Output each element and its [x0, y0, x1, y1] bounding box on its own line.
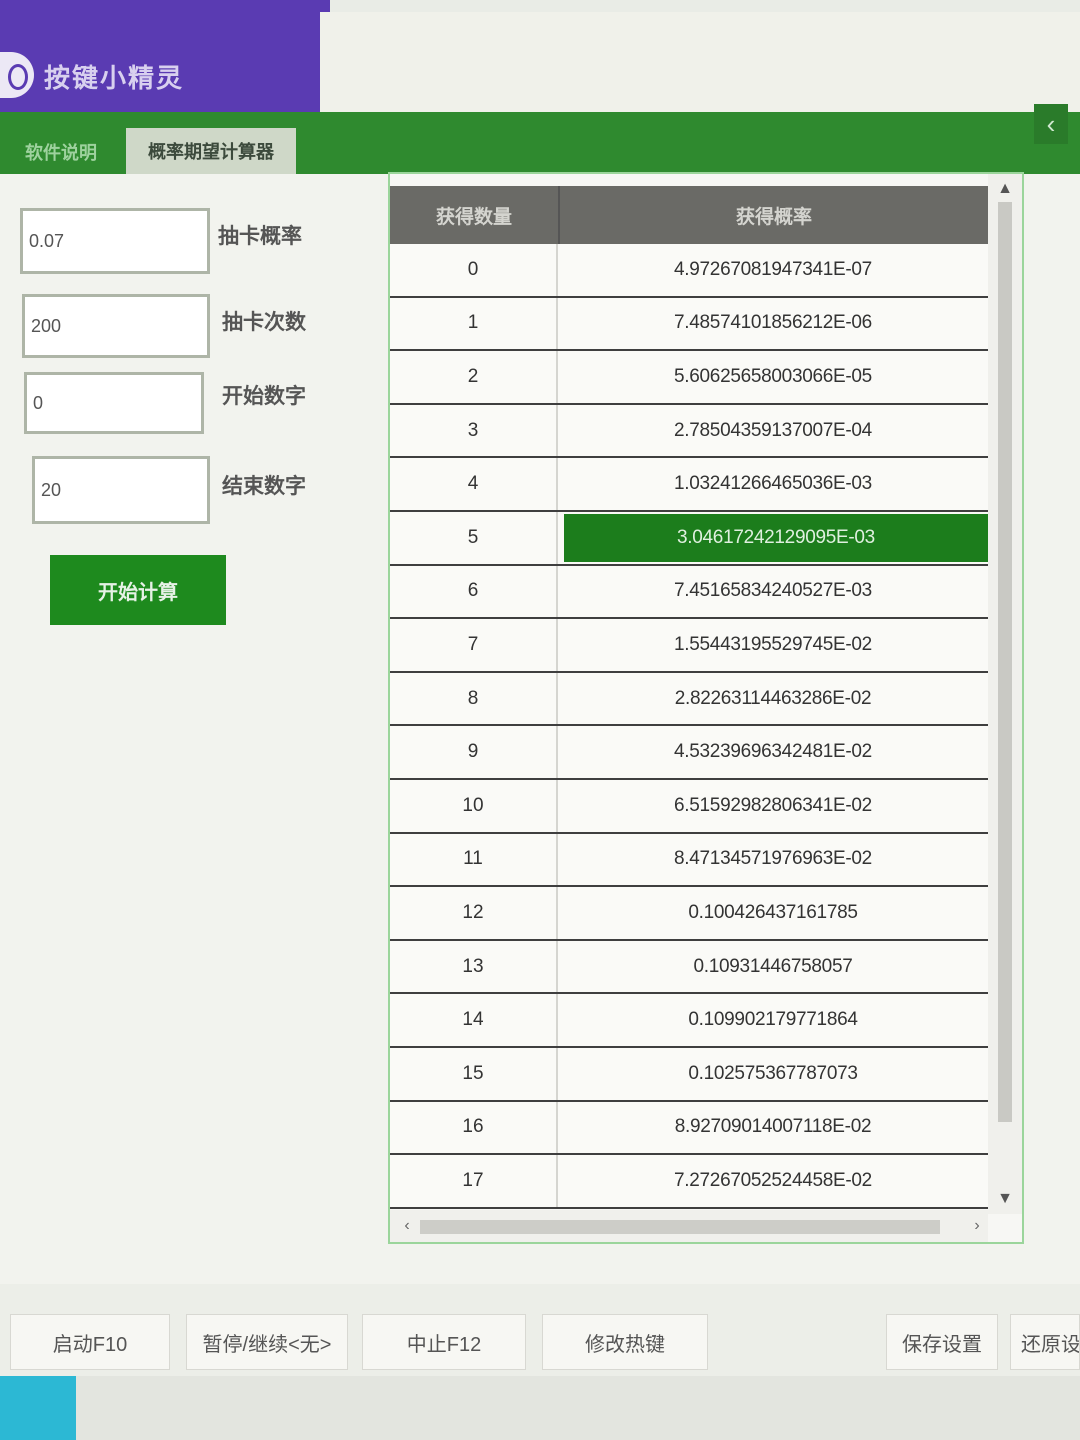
- cell-count[interactable]: 14: [390, 994, 558, 1046]
- cell-count[interactable]: 5: [390, 511, 558, 564]
- cell-count[interactable]: 7: [390, 619, 558, 671]
- cell-probability[interactable]: 1.03241266465036E-03: [558, 458, 988, 510]
- cell-probability[interactable]: 7.48574101856212E-06: [558, 298, 988, 350]
- table-row[interactable]: 3 2.78504359137007E-04: [390, 404, 988, 459]
- app-logo-icon: [0, 52, 34, 98]
- cell-count[interactable]: 8: [390, 672, 558, 725]
- save-settings-button[interactable]: 保存设置: [886, 1314, 998, 1370]
- cell-count[interactable]: 4: [390, 458, 558, 510]
- cell-probability[interactable]: 2.82263114463286E-02: [558, 673, 988, 725]
- draws-input[interactable]: [22, 294, 210, 358]
- cell-probability[interactable]: 0.10931446758057: [558, 941, 988, 993]
- table-row[interactable]: 12 0.100426437161785: [390, 887, 988, 941]
- cell-count[interactable]: 0: [390, 244, 558, 296]
- table-row[interactable]: 13 0.10931446758057: [390, 940, 988, 995]
- title-bar: 按键小精灵: [0, 0, 330, 130]
- table-row[interactable]: 1 7.48574101856212E-06: [390, 297, 988, 352]
- cell-probability[interactable]: 1.55443195529745E-02: [558, 619, 988, 671]
- cell-count[interactable]: 9: [390, 726, 558, 778]
- table-row[interactable]: 10 6.51592982806341E-02: [390, 779, 988, 834]
- cell-probability[interactable]: 0.102575367787073: [558, 1048, 988, 1100]
- cell-count[interactable]: 15: [390, 1047, 558, 1100]
- tab-probability-calculator[interactable]: 概率期望计算器: [126, 128, 296, 174]
- horizontal-scrollbar[interactable]: ‹ ›: [390, 1210, 988, 1242]
- table-row[interactable]: 4 1.03241266465036E-03: [390, 458, 988, 512]
- cell-probability[interactable]: 8.92709014007118E-02: [558, 1102, 988, 1154]
- column-header-probability[interactable]: 获得概率: [560, 186, 988, 244]
- modify-hotkey-button[interactable]: 修改热键: [542, 1314, 708, 1370]
- table-row[interactable]: 9 4.53239696342481E-02: [390, 726, 988, 780]
- table-row[interactable]: 11 8.47134571976963E-02: [390, 833, 988, 888]
- table-row[interactable]: 17 7.27267052524458E-02: [390, 1155, 988, 1209]
- cell-count[interactable]: 10: [390, 779, 558, 832]
- horizontal-scroll-thumb[interactable]: [420, 1220, 940, 1234]
- bottom-toolbar: 启动F10 暂停/继续<无> 中止F12 修改热键 保存设置 还原设: [0, 1284, 1080, 1376]
- table-row[interactable]: 14 0.109902179771864: [390, 994, 988, 1048]
- table-row[interactable]: 0 4.97267081947341E-07: [390, 244, 988, 298]
- cell-count[interactable]: 12: [390, 887, 558, 939]
- cell-probability[interactable]: 0.100426437161785: [558, 887, 988, 939]
- restore-settings-button[interactable]: 还原设: [1010, 1314, 1080, 1370]
- cell-probability[interactable]: 4.97267081947341E-07: [558, 244, 988, 296]
- table-row[interactable]: 16 8.92709014007118E-02: [390, 1101, 988, 1156]
- cell-count[interactable]: 13: [390, 940, 558, 993]
- title-bar-blank-area: [320, 12, 1080, 122]
- start-number-label: 开始数字: [222, 385, 306, 408]
- scroll-up-icon[interactable]: ▲: [988, 176, 1022, 202]
- table-header: 获得数量 获得概率: [390, 186, 988, 244]
- table-row[interactable]: 8 2.82263114463286E-02: [390, 672, 988, 727]
- cell-count[interactable]: 17: [390, 1155, 558, 1207]
- probability-input[interactable]: [20, 208, 210, 274]
- cell-count[interactable]: 16: [390, 1101, 558, 1154]
- cell-probability[interactable]: 4.53239696342481E-02: [558, 726, 988, 778]
- pause-resume-button[interactable]: 暂停/继续<无>: [186, 1314, 348, 1370]
- cell-count[interactable]: 6: [390, 565, 558, 618]
- cell-probability[interactable]: 7.45165834240527E-03: [558, 566, 988, 618]
- cell-probability[interactable]: 2.78504359137007E-04: [558, 405, 988, 457]
- vertical-scroll-thumb[interactable]: [998, 202, 1012, 1122]
- cell-count[interactable]: 1: [390, 297, 558, 350]
- draws-label: 抽卡次数: [222, 311, 306, 334]
- table-row[interactable]: 7 1.55443195529745E-02: [390, 619, 988, 673]
- taskbar-start-block[interactable]: [0, 1376, 76, 1440]
- column-header-count[interactable]: 获得数量: [390, 186, 560, 244]
- probability-label: 抽卡概率: [218, 225, 302, 248]
- cell-probability[interactable]: 0.109902179771864: [558, 994, 988, 1046]
- cell-probability[interactable]: 7.27267052524458E-02: [558, 1155, 988, 1207]
- start-calculation-button[interactable]: 开始计算: [50, 555, 226, 625]
- cell-probability[interactable]: 5.60625658003066E-05: [558, 351, 988, 403]
- cell-count[interactable]: 2: [390, 351, 558, 403]
- end-number-input[interactable]: [32, 456, 210, 524]
- cell-probability[interactable]: 3.04617242129095E-03: [564, 513, 988, 562]
- scroll-left-icon[interactable]: ‹: [394, 1210, 420, 1242]
- scroll-right-icon[interactable]: ›: [964, 1210, 990, 1242]
- app-title: 按键小精灵: [44, 63, 185, 93]
- cell-probability[interactable]: 8.47134571976963E-02: [558, 834, 988, 886]
- tab-software-info[interactable]: 软件说明: [0, 130, 122, 174]
- scroll-down-icon[interactable]: ▼: [988, 1186, 1022, 1212]
- table-body: 0 4.97267081947341E-07 1 7.48574101856212E-…: [390, 244, 988, 1209]
- start-f10-button[interactable]: 启动F10: [10, 1314, 170, 1370]
- collapse-chevron-left-icon[interactable]: ‹: [1034, 104, 1068, 144]
- cell-count[interactable]: 3: [390, 404, 558, 457]
- table-row[interactable]: 6 7.45165834240527E-03: [390, 565, 988, 620]
- result-table: 获得数量 获得概率 0 4.97267081947341E-07 1 7.485741…: [388, 172, 1024, 1244]
- cell-probability[interactable]: 6.51592982806341E-02: [558, 780, 988, 832]
- table-row[interactable]: 5 3.04617242129095E-03: [390, 511, 988, 566]
- vertical-scrollbar[interactable]: ▲ ▼: [988, 174, 1022, 1214]
- stop-f12-button[interactable]: 中止F12: [362, 1314, 526, 1370]
- table-row[interactable]: 15 0.102575367787073: [390, 1047, 988, 1102]
- taskbar-strip: [0, 1376, 1080, 1440]
- start-number-input[interactable]: [24, 372, 204, 434]
- end-number-label: 结束数字: [222, 475, 306, 498]
- cell-count[interactable]: 11: [390, 833, 558, 886]
- table-row[interactable]: 2 5.60625658003066E-05: [390, 351, 988, 405]
